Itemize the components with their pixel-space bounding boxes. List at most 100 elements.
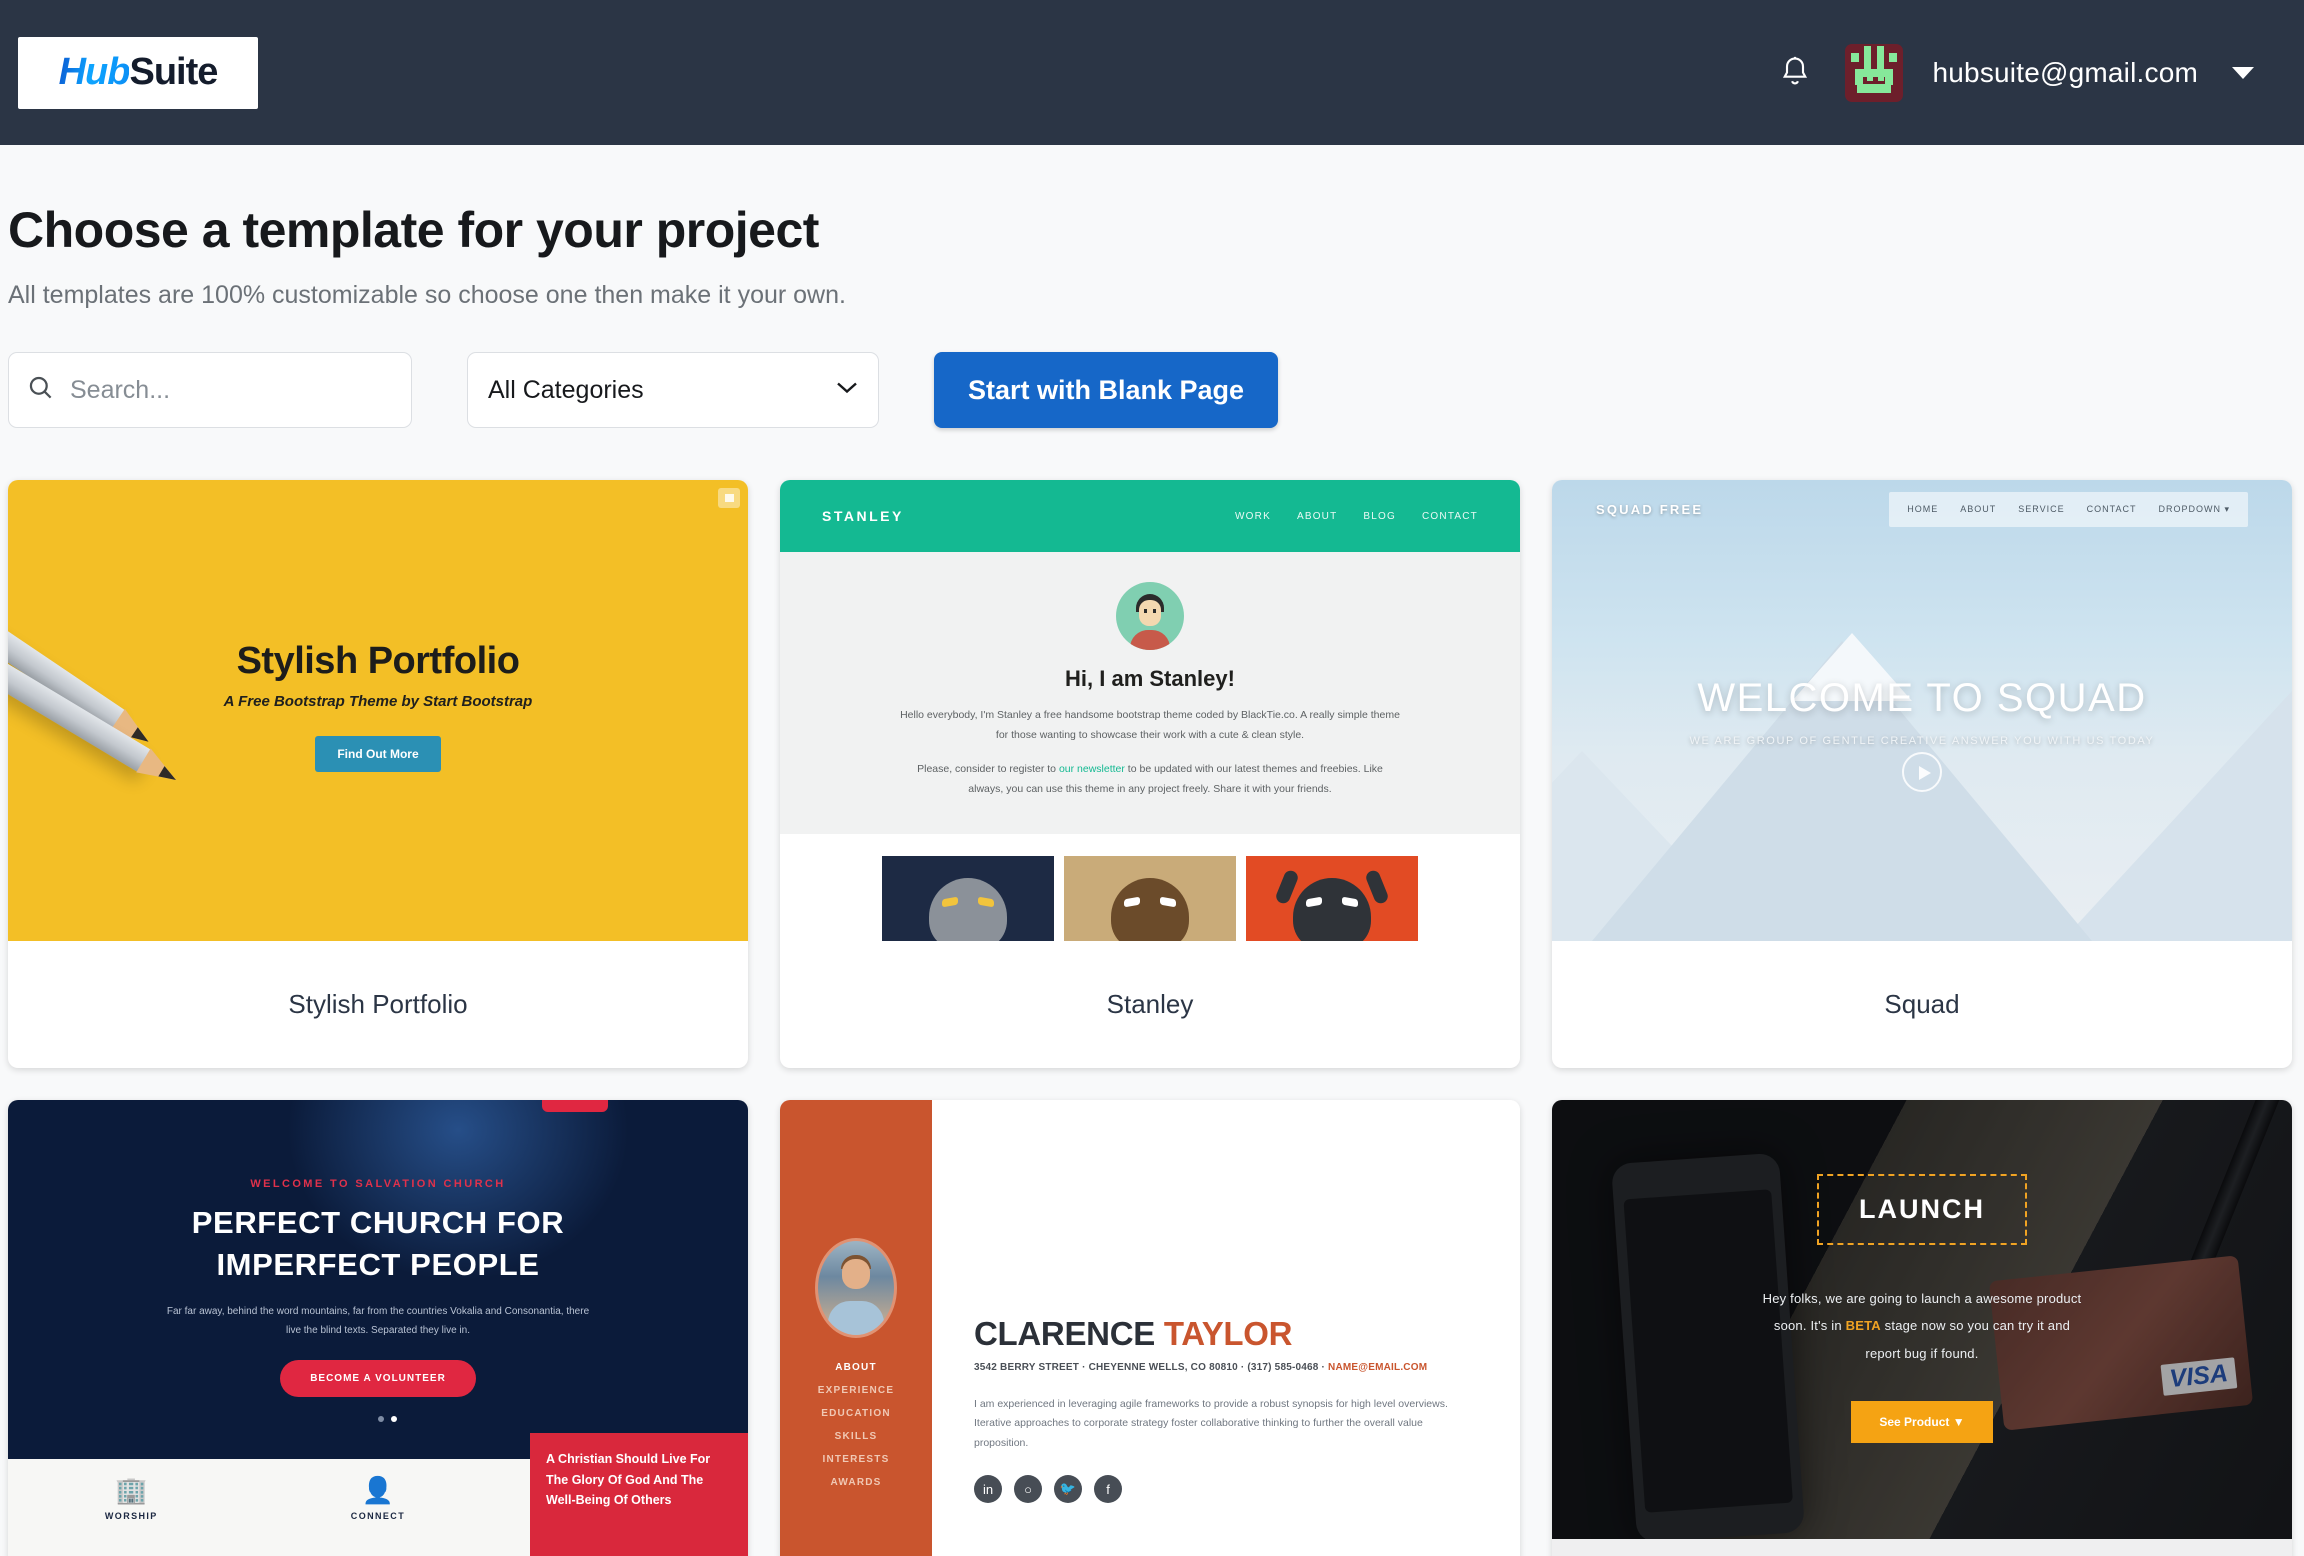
preview-heading-line-1: PERFECT CHURCH FOR [191, 1205, 565, 1240]
twitter-icon: 🐦 [1054, 1475, 1082, 1504]
preview-heading: PERFECT CHURCH FOR IMPERFECT PEOPLE [8, 1202, 748, 1286]
preview-heading: WELCOME TO SQUAD [1697, 676, 2147, 720]
account-email-label[interactable]: hubsuite@gmail.com [1933, 57, 2198, 89]
red-tab-graphic [542, 1100, 608, 1112]
preview-feature-item: 👤 CONNECT [255, 1475, 502, 1521]
chevron-down-icon[interactable] [2232, 66, 2254, 79]
template-card-stylish-portfolio[interactable]: Stylish Portfolio A Free Bootstrap Theme… [8, 480, 748, 1068]
preview-nav-links: HOME ABOUT SERVICE CONTACT DROPDOWN ▾ [1889, 491, 2248, 527]
preview-profile-photo [815, 1238, 897, 1338]
mascot-gorilla-icon [882, 855, 1054, 941]
preview-address-line: 3542 BERRY STREET · CHEYENNE WELLS, CO 8… [974, 1362, 1478, 1373]
preview-paragraph: Far far away, behind the word mountains,… [166, 1305, 590, 1336]
preview-brand: STANLEY [822, 508, 904, 524]
app-logo[interactable]: HubSuite [18, 36, 258, 109]
template-preview-stylish-portfolio: Stylish Portfolio A Free Bootstrap Theme… [8, 480, 748, 941]
preview-navbar: STANLEY WORK ABOUT BLOG CONTACT [780, 480, 1520, 552]
github-icon: ○ [1014, 1475, 1042, 1504]
preview-feature-item: 🏢 WORSHIP [8, 1475, 255, 1521]
template-preview-clarence-taylor: ABOUT EXPERIENCE EDUCATION SKILLS INTERE… [780, 1100, 1520, 1556]
preview-see-product-label: See Product [1879, 1414, 1950, 1429]
template-card-title: Stylish Portfolio [288, 989, 468, 1019]
linkedin-icon: in [974, 1475, 1002, 1504]
preview-nav-item-skills: SKILLS [834, 1431, 878, 1442]
category-select[interactable]: All Categories [468, 353, 878, 427]
preview-nav-item-about: ABOUT [835, 1362, 877, 1373]
filter-controls-row: All Categories Start with Blank Page [8, 352, 2296, 428]
mascot-warrior-icon [1064, 855, 1236, 941]
template-preview-launch: VISA LAUNCH Hey folks, we are going to l… [1552, 1100, 2292, 1556]
preview-name-first: CLARENCE [974, 1315, 1164, 1352]
preview-nav-item: HOME [1907, 503, 1939, 514]
preview-heading: Stylish Portfolio [236, 640, 520, 682]
preview-name: CLARENCE TAYLOR [974, 1315, 1478, 1353]
user-avatar-pixel-art[interactable] [1844, 43, 1903, 102]
preview-see-product-button: See Product ▼ [1851, 1400, 1993, 1443]
preview-nav-item: CONTACT [1422, 510, 1478, 522]
top-bar-right-group: hubsuite@gmail.com [1775, 43, 2254, 102]
preview-quote-text: A Christian Should Live For The Glory Of… [546, 1452, 711, 1508]
search-icon [27, 374, 54, 406]
preview-nav-item: SERVICE [2018, 503, 2065, 514]
logo-hub-text: Hub [58, 51, 131, 93]
preview-heading: LAUNCH [1859, 1194, 1985, 1224]
preview-address: 3542 BERRY STREET · CHEYENNE WELLS, CO 8… [974, 1362, 1329, 1373]
preview-find-out-more-button: Find Out More [315, 736, 441, 772]
notification-bell-icon[interactable] [1775, 51, 1815, 95]
preview-feature-label: CONNECT [350, 1511, 406, 1521]
template-preview-salvation-church: WELCOME TO SALVATION CHURCH PERFECT CHUR… [8, 1100, 748, 1556]
preview-hero: WELCOME TO SALVATION CHURCH PERFECT CHUR… [8, 1178, 748, 1397]
page-subtitle: All templates are 100% customizable so c… [8, 281, 846, 309]
template-card-stanley[interactable]: STANLEY WORK ABOUT BLOG CONTACT Hi, I am [780, 480, 1520, 1068]
preview-nav-item: ABOUT [1960, 503, 1997, 514]
preview-paragraph: Hey folks, we are going to launch a awes… [1757, 1285, 2087, 1367]
preview-paragraph-highlight: BETA [1845, 1318, 1881, 1334]
preview-quote-panel: A Christian Should Live For The Glory Of… [530, 1433, 748, 1556]
preview-hero: WELCOME TO SQUAD WE ARE GROUP OF GENTLE … [1552, 676, 2292, 747]
preview-nav-item-interests: INTERESTS [822, 1454, 890, 1465]
logo-suite-text: Suite [129, 51, 218, 93]
template-card-title: Squad [1884, 989, 1960, 1019]
template-card-squad[interactable]: SQUAD FREE HOME ABOUT SERVICE CONTACT DR… [1552, 480, 2292, 1068]
church-icon: 🏢 [115, 1475, 148, 1505]
preview-brand: SQUAD FREE [1596, 501, 1704, 517]
template-card-salvation-church[interactable]: WELCOME TO SALVATION CHURCH PERFECT CHUR… [8, 1100, 748, 1556]
preview-nav-item-education: EDUCATION [821, 1408, 891, 1419]
preview-nav-item: CONTACT [2086, 503, 2137, 514]
preview-volunteer-button: BECOME A VOLUNTEER [280, 1359, 476, 1397]
page-content: Choose a template for your project All t… [0, 201, 2304, 1556]
preview-body: Hi, I am Stanley! Hello everybody, I'm S… [780, 552, 1520, 834]
preview-sidebar-nav: ABOUT EXPERIENCE EDUCATION SKILLS INTERE… [818, 1362, 894, 1488]
preview-sidebar: ABOUT EXPERIENCE EDUCATION SKILLS INTERE… [780, 1100, 932, 1556]
preview-kicker: WELCOME TO SALVATION CHURCH [250, 1178, 506, 1190]
preview-name-last: TAYLOR [1163, 1315, 1293, 1352]
preview-heading-box: LAUNCH [1817, 1174, 2027, 1245]
facebook-icon: f [1094, 1475, 1122, 1504]
search-field-wrapper[interactable] [8, 352, 412, 428]
person-icon: 👤 [361, 1475, 395, 1505]
preview-main: CLARENCE TAYLOR 3542 BERRY STREET · CHEY… [932, 1100, 1520, 1556]
template-card-clarence-taylor[interactable]: ABOUT EXPERIENCE EDUCATION SKILLS INTERE… [780, 1100, 1520, 1556]
preview-heading-line-2: IMPERFECT PEOPLE [216, 1246, 540, 1282]
preview-feature-label: WORSHIP [104, 1511, 158, 1521]
category-filter-wrapper[interactable]: All Categories [467, 352, 879, 428]
preview-nav-item: BLOG [1363, 510, 1396, 522]
preview-paragraph: I am experienced in leveraging agile fra… [974, 1398, 1448, 1449]
preview-email: NAME@EMAIL.COM [1328, 1362, 1428, 1373]
template-grid: Stylish Portfolio A Free Bootstrap Theme… [8, 480, 2296, 1556]
preview-nav-links: WORK ABOUT BLOG CONTACT [1235, 511, 1478, 522]
app-logo-text: HubSuite [58, 51, 219, 94]
template-card-launch[interactable]: VISA LAUNCH Hey folks, we are going to l… [1552, 1100, 2292, 1556]
preview-hero: LAUNCH Hey folks, we are going to launch… [1552, 1174, 2292, 1443]
template-preview-squad: SQUAD FREE HOME ABOUT SERVICE CONTACT DR… [1552, 480, 2292, 941]
search-input[interactable] [70, 375, 393, 405]
image-placeholder-icon [718, 488, 740, 508]
start-with-blank-page-button[interactable]: Start with Blank Page [934, 352, 1279, 428]
preview-paragraph-2-before: Please, consider to register to [917, 762, 1059, 775]
download-icon: ▼ [1952, 1414, 1965, 1429]
preview-nav-item-awards: AWARDS [830, 1477, 882, 1488]
template-preview-stanley: STANLEY WORK ABOUT BLOG CONTACT Hi, I am [780, 480, 1520, 941]
preview-newsletter-link: our newsletter [1058, 762, 1125, 775]
preview-hero: Stylish Portfolio A Free Bootstrap Theme… [8, 640, 748, 772]
preview-subheading: WE ARE GROUP OF GENTLE CREATIVE ANSWER Y… [1689, 735, 2155, 747]
